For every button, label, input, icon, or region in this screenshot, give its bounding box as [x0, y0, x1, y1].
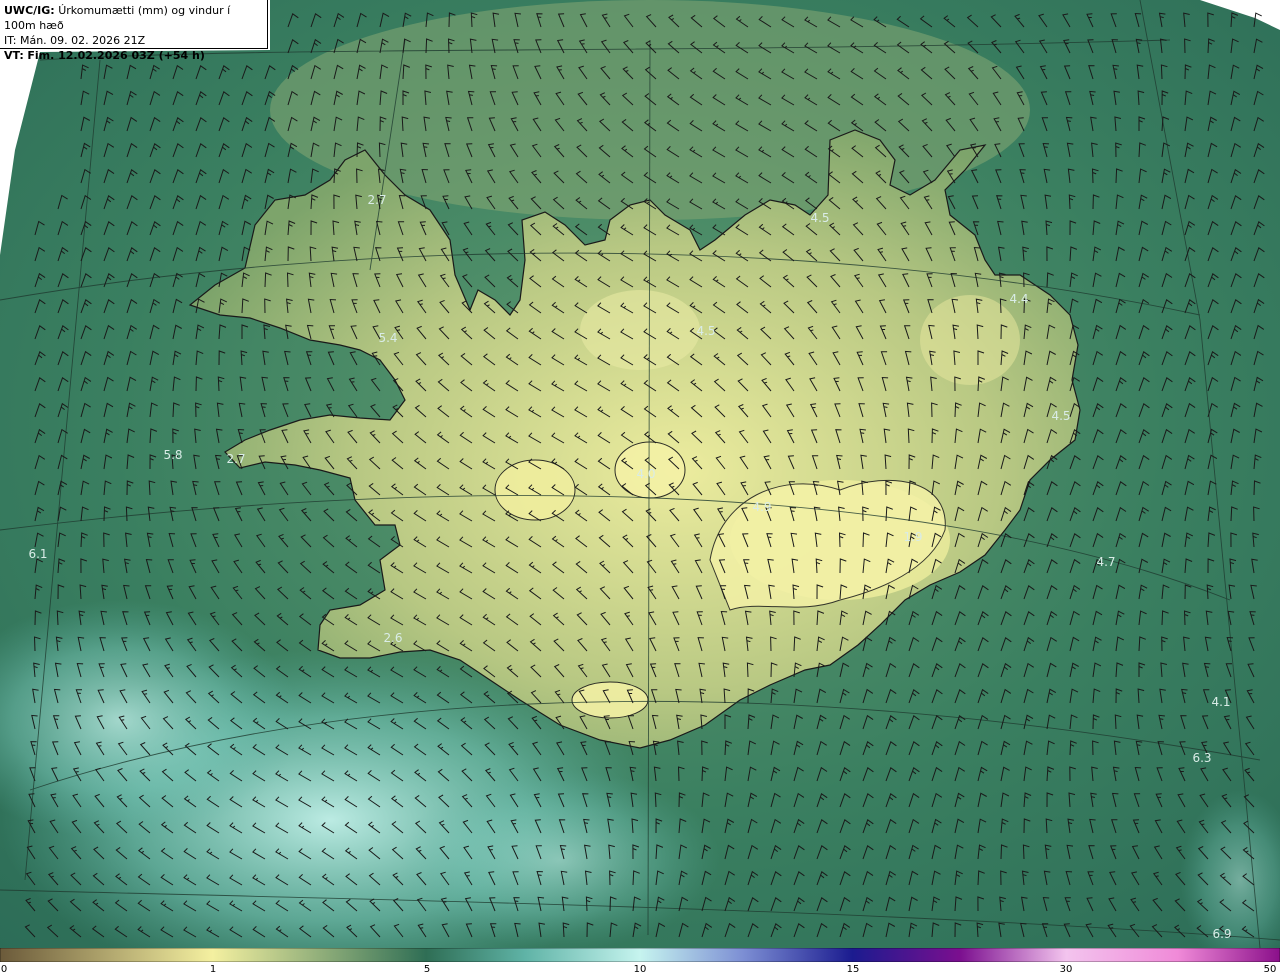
value-label: 2.6: [383, 631, 402, 645]
precipitation-wind-map: 2.7 4.5 4.4 5.4 4.5 4.5 5.8 2.7 6.1 2.6 …: [0, 0, 1280, 948]
value-label: 6.9: [1212, 927, 1231, 941]
model-label: UWC/IG:: [4, 4, 55, 17]
valid-label: VT:: [4, 49, 24, 62]
value-label: 4.5: [1051, 409, 1070, 423]
colorbar-tick: 10: [633, 964, 647, 975]
valid-time: Fim. 12.02.2026 03Z (+54 h): [27, 49, 205, 62]
value-label: 4.7: [1096, 555, 1115, 569]
langjokull-glacier: [494, 459, 576, 521]
colorbar-tick: 0: [0, 964, 8, 975]
valid-time-line: VT: Fim. 12.02.2026 03Z (+54 h): [4, 48, 263, 63]
init-time-line: IT: Mán. 09. 02. 2026 21Z: [4, 33, 263, 48]
colorbar-tick: 30: [1059, 964, 1073, 975]
value-label: 6.1: [28, 547, 47, 561]
value-label: 6.3: [1192, 751, 1211, 765]
value-label: 4.4: [1009, 292, 1028, 306]
colorbar-tick: 5: [423, 964, 431, 975]
colorbar-tick: 15: [846, 964, 860, 975]
myrdalsjokull-glacier: [571, 681, 649, 719]
value-label: 4.1: [1211, 695, 1230, 709]
title-line: UWC/IG: Úrkomumætti (mm) og vindur í 100…: [4, 3, 263, 33]
value-label: 1.9: [903, 530, 922, 544]
value-label: 5.4: [378, 331, 397, 345]
map-info-box: UWC/IG: Úrkomumætti (mm) og vindur í 100…: [0, 0, 268, 62]
value-label: 4.0: [636, 467, 655, 481]
colorbar-tick: 50: [1263, 964, 1277, 975]
colorbar-tick: 1: [209, 964, 217, 975]
value-label: 2.7: [367, 193, 386, 207]
value-label: 5.8: [163, 448, 182, 462]
colorbar-ticks: 0 1 5 10 15 30 50: [0, 962, 1280, 978]
value-label: 4.5: [810, 211, 829, 225]
init-time: Mán. 09. 02. 2026 21Z: [19, 34, 146, 47]
colorbar: [0, 948, 1280, 962]
value-label: 2.7: [226, 452, 245, 466]
value-label: 4.9: [752, 500, 771, 514]
value-label: 4.5: [696, 324, 715, 338]
init-label: IT:: [4, 34, 17, 47]
